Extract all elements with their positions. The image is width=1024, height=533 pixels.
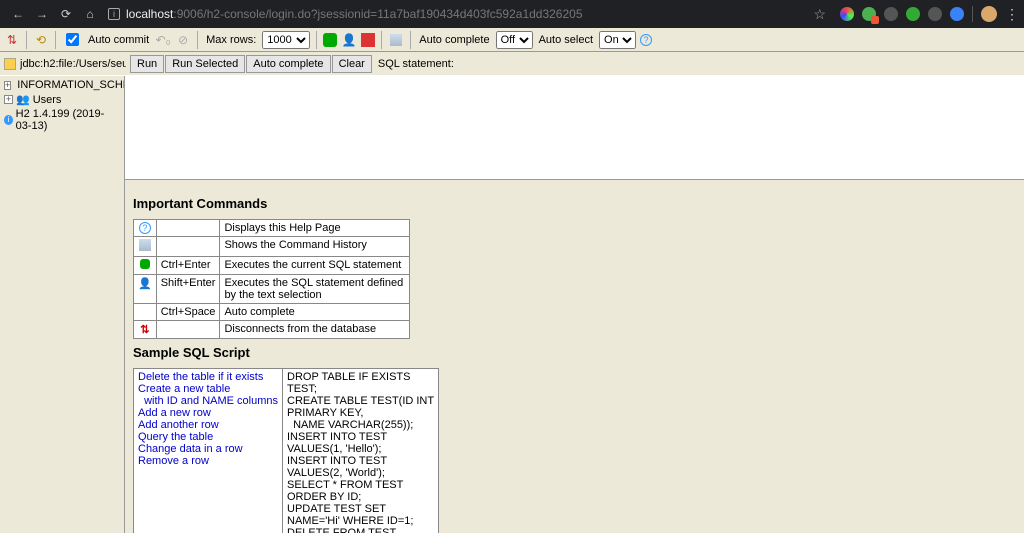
tree-item-version: i H2 1.4.199 (2019-03-13) — [4, 107, 120, 133]
max-rows-select[interactable]: 1000 — [262, 31, 310, 49]
disconnect-icon: ⇅ — [140, 324, 149, 336]
sample-link[interactable]: Add a new row — [138, 407, 211, 419]
info-icon: i — [108, 8, 120, 20]
sample-link[interactable]: with ID and NAME columns — [138, 395, 278, 407]
content-pane: Important Commands ?Displays this Help P… — [124, 76, 1024, 533]
extension-icon[interactable] — [840, 7, 854, 21]
sample-link[interactable]: Delete the table if it exists — [138, 371, 263, 383]
table-row: ?Displays this Help Page — [134, 220, 410, 237]
table-row: 👤Shift+EnterExecutes the SQL statement d… — [134, 275, 410, 304]
history-icon — [139, 239, 151, 251]
auto-complete-button[interactable]: Auto complete — [246, 55, 330, 73]
expand-icon[interactable]: + — [4, 81, 11, 90]
run-icon — [140, 259, 150, 269]
extension-icon[interactable] — [884, 7, 898, 21]
profile-avatar[interactable] — [981, 6, 997, 22]
disconnect-icon[interactable]: ⇅ — [4, 32, 20, 48]
extension-icon[interactable] — [862, 7, 876, 21]
help-pane: Important Commands ?Displays this Help P… — [125, 180, 1024, 533]
home-icon[interactable]: ⌂ — [82, 6, 98, 22]
bookmark-icon[interactable]: ☆ — [813, 6, 826, 23]
tree-item-schema[interactable]: + INFORMATION_SCHEMA — [4, 78, 120, 92]
h2-toolbar: ⇅ ⟲ Auto commit ↶₀ ⊘ Max rows: 1000 👤 Au… — [0, 28, 1024, 52]
history-icon[interactable] — [388, 32, 404, 48]
tree-item-users[interactable]: + 👥 Users — [4, 92, 120, 107]
sample-sql: DROP TABLE IF EXISTS TEST; — [287, 371, 434, 395]
important-commands-heading: Important Commands — [133, 196, 1016, 211]
sample-script-heading: Sample SQL Script — [133, 345, 1016, 360]
sample-sql: DELETE FROM TEST WHERE ID=2; — [287, 527, 434, 533]
auto-select-select[interactable]: On — [599, 31, 636, 49]
sample-link[interactable]: Add another row — [138, 419, 219, 431]
connection-string: jdbc:h2:file:/Users/seunmatt/Doc — [20, 58, 126, 70]
sql-statement-label: SQL statement: — [378, 58, 454, 70]
refresh-icon[interactable]: ⟲ — [33, 32, 49, 48]
users-icon: 👥 — [16, 93, 30, 106]
sql-row: jdbc:h2:file:/Users/seunmatt/Doc Run Run… — [0, 52, 1024, 76]
reload-icon[interactable]: ⟳ — [58, 6, 74, 22]
sample-sql: CREATE TABLE TEST(ID INT PRIMARY KEY, — [287, 395, 434, 419]
extension-icon[interactable] — [950, 7, 964, 21]
auto-complete-label: Auto complete — [419, 34, 489, 46]
expand-icon[interactable]: + — [4, 95, 13, 104]
max-rows-label: Max rows: — [206, 34, 256, 46]
sample-link[interactable]: Query the table — [138, 431, 213, 443]
sql-editor[interactable] — [125, 76, 1024, 180]
auto-commit-checkbox[interactable] — [66, 33, 79, 46]
run-selected-icon[interactable]: 👤 — [341, 32, 357, 48]
run-icon[interactable] — [323, 33, 337, 47]
browser-chrome: ← → ⟳ ⌂ i localhost:9006/h2-console/logi… — [0, 0, 1024, 28]
url-path: :9006/h2-console/login.do?jsessionid=11a… — [173, 7, 582, 21]
rollback-icon[interactable]: ⊘ — [175, 32, 191, 48]
sample-link[interactable]: Remove a row — [138, 455, 209, 467]
run-button[interactable]: Run — [130, 55, 164, 73]
sample-script-table: Delete the table if it exists Create a n… — [133, 368, 439, 533]
important-commands-table: ?Displays this Help Page Shows the Comma… — [133, 219, 410, 339]
table-row: Ctrl+EnterExecutes the current SQL state… — [134, 257, 410, 275]
auto-complete-select[interactable]: Off — [496, 31, 533, 49]
clear-button[interactable]: Clear — [332, 55, 372, 73]
commit-icon[interactable]: ↶₀ — [155, 32, 171, 48]
forward-icon[interactable]: → — [34, 6, 50, 22]
help-icon[interactable]: ? — [640, 34, 652, 46]
object-tree: + INFORMATION_SCHEMA + 👥 Users i H2 1.4.… — [0, 76, 124, 533]
table-row: Shows the Command History — [134, 237, 410, 257]
auto-select-label: Auto select — [539, 34, 593, 46]
url-host: localhost — [126, 7, 173, 21]
table-row: ⇅Disconnects from the database — [134, 321, 410, 339]
sample-link[interactable]: Change data in a row — [138, 443, 243, 455]
database-icon — [4, 58, 16, 70]
back-icon[interactable]: ← — [10, 6, 26, 22]
sample-sql: NAME VARCHAR(255)); — [287, 419, 434, 431]
sample-sql: SELECT * FROM TEST ORDER BY ID; — [287, 479, 434, 503]
address-bar[interactable]: i localhost:9006/h2-console/login.do?jse… — [108, 7, 803, 21]
extension-icon[interactable] — [928, 7, 942, 21]
sample-link[interactable]: Create a new table — [138, 383, 230, 395]
sample-sql: UPDATE TEST SET NAME='Hi' WHERE ID=1; — [287, 503, 434, 527]
help-icon: ? — [139, 222, 151, 234]
table-row: Ctrl+SpaceAuto complete — [134, 304, 410, 321]
auto-commit-label: Auto commit — [88, 34, 149, 46]
menu-icon[interactable]: ⋮ — [1005, 6, 1018, 23]
info-icon: i — [4, 115, 13, 125]
sample-sql: INSERT INTO TEST VALUES(2, 'World'); — [287, 455, 434, 479]
extension-icon[interactable] — [906, 7, 920, 21]
stop-icon[interactable] — [361, 33, 375, 47]
sample-sql: INSERT INTO TEST VALUES(1, 'Hello'); — [287, 431, 434, 455]
run-selected-icon: 👤 — [138, 278, 152, 290]
run-selected-button[interactable]: Run Selected — [165, 55, 245, 73]
